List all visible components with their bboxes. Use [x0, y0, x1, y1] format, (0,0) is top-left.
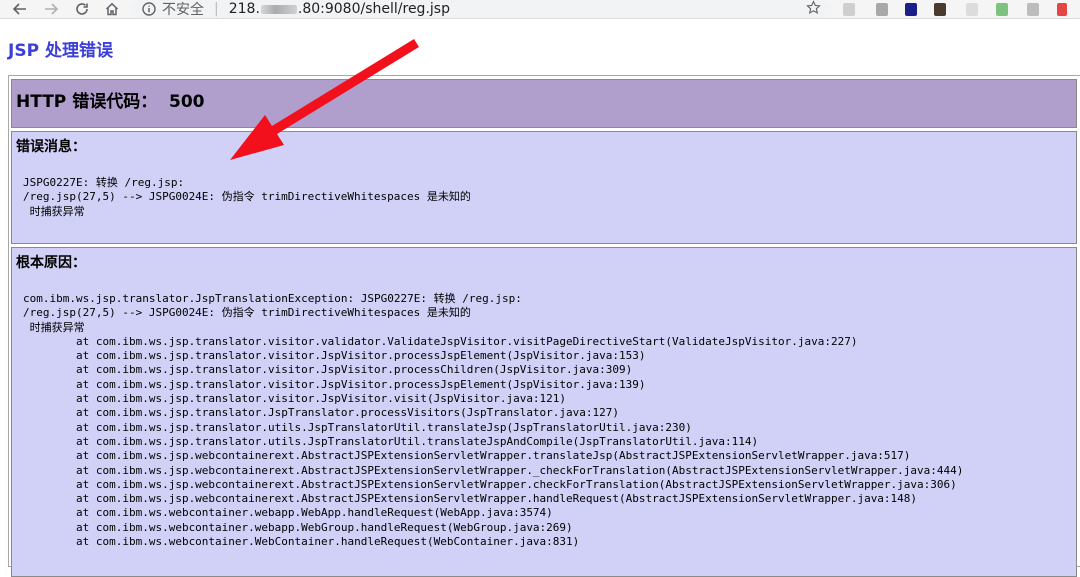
- http-error-code: HTTP 错误代码： 500: [16, 92, 205, 112]
- error-message-heading: 错误消息：: [16, 139, 86, 155]
- stack-line: 时捕获异常: [23, 320, 85, 334]
- arrow-right-icon: [44, 3, 58, 15]
- forward-button[interactable]: [41, 0, 61, 18]
- extension-icon[interactable]: [1027, 3, 1039, 16]
- stack-line: at com.ibm.ws.jsp.translator.utils.JspTr…: [23, 434, 759, 448]
- stack-line: at com.ibm.ws.jsp.webcontainerext.Abstra…: [23, 492, 918, 506]
- extension-icon[interactable]: [934, 3, 946, 16]
- arrow-left-icon: [13, 3, 27, 15]
- page-title: JSP 处理错误: [8, 41, 113, 61]
- extension-icon[interactable]: [1057, 3, 1067, 16]
- stack-line: at com.ibm.ws.jsp.translator.JspTranslat…: [23, 406, 620, 420]
- root-cause-heading: 根本原因：: [16, 255, 86, 271]
- back-button[interactable]: [10, 0, 30, 18]
- extension-icon[interactable]: [966, 3, 978, 16]
- stack-line: at com.ibm.ws.jsp.webcontainerext.Abstra…: [23, 449, 911, 463]
- info-icon[interactable]: [142, 2, 156, 16]
- stack-line: at com.ibm.ws.webcontainer.webapp.WebGro…: [23, 520, 573, 534]
- browser-toolbar: 不安全 | 218. .80:9080/shell/reg.jsp: [0, 0, 1080, 19]
- extension-icon[interactable]: [905, 3, 917, 16]
- stack-line: at com.ibm.ws.jsp.translator.visitor.Jsp…: [23, 349, 646, 363]
- http-error-section: HTTP 错误代码： 500: [11, 79, 1077, 128]
- stack-line: at com.ibm.ws.jsp.translator.visitor.Jsp…: [23, 392, 567, 406]
- message-line: JSPG0227E: 转换 /reg.jsp:: [23, 176, 185, 189]
- extension-icon[interactable]: [843, 3, 855, 16]
- extension-icon[interactable]: [996, 3, 1008, 16]
- stack-trace: com.ibm.ws.jsp.translator.JspTranslation…: [23, 292, 963, 549]
- url-host: 218.: [228, 1, 260, 17]
- home-icon: [105, 2, 119, 16]
- stack-line: at com.ibm.ws.jsp.webcontainerext.Abstra…: [23, 477, 957, 491]
- stack-line: at com.ibm.ws.webcontainer.webapp.WebApp…: [23, 506, 553, 520]
- star-icon: [805, 0, 821, 19]
- address-bar[interactable]: 不安全 | 218. .80:9080/shell/reg.jsp: [132, 0, 832, 18]
- stack-line: com.ibm.ws.jsp.translator.JspTranslation…: [23, 292, 522, 305]
- bookmark-button[interactable]: [803, 0, 823, 18]
- message-line: 时捕获异常: [23, 204, 85, 218]
- root-cause-section: 根本原因： com.ibm.ws.jsp.translator.JspTrans…: [11, 247, 1077, 577]
- stack-line: at com.ibm.ws.webcontainer.WebContainer.…: [23, 535, 580, 549]
- security-label: 不安全: [162, 2, 204, 18]
- stack-line: at com.ibm.ws.jsp.translator.visitor.val…: [23, 334, 858, 348]
- stack-line: at com.ibm.ws.jsp.translator.utils.JspTr…: [23, 420, 692, 434]
- error-message-section: 错误消息： JSPG0227E: 转换 /reg.jsp:/reg.jsp(27…: [11, 131, 1077, 244]
- error-container: HTTP 错误代码： 500 错误消息： JSPG0227E: 转换 /reg.…: [8, 75, 1080, 577]
- stack-line: /reg.jsp(27,5) --> JSPG0024E: 伪指令 trimDi…: [23, 306, 471, 320]
- stack-line: at com.ibm.ws.jsp.translator.visitor.Jsp…: [23, 363, 633, 377]
- stack-line: at com.ibm.ws.jsp.translator.visitor.Jsp…: [23, 377, 646, 391]
- message-line: /reg.jsp(27,5) --> JSPG0024E: 伪指令 trimDi…: [23, 190, 471, 204]
- extension-icon[interactable]: [876, 3, 888, 16]
- reload-button[interactable]: [72, 0, 92, 18]
- stack-line: at com.ibm.ws.jsp.webcontainerext.Abstra…: [23, 463, 964, 477]
- address-separator: |: [214, 1, 219, 17]
- redacted-ip: [260, 4, 297, 14]
- url-path: .80:9080/shell/reg.jsp: [297, 1, 450, 17]
- reload-icon: [75, 2, 89, 16]
- error-message-text: JSPG0227E: 转换 /reg.jsp:/reg.jsp(27,5) --…: [23, 176, 471, 219]
- home-button[interactable]: [102, 0, 122, 18]
